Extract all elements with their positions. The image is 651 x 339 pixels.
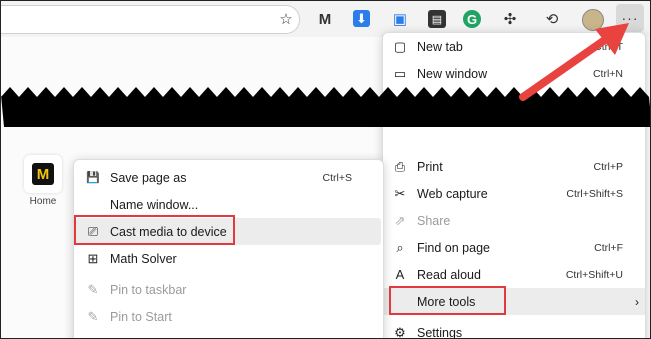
screenshot-frame: ☆ M ⬇ ▣ ▤ G ✣ ⟲ ··· M Home ▢ New tab Ctr… xyxy=(0,0,651,339)
menu-item-settings[interactable]: ⚙ Settings xyxy=(383,319,645,339)
pin-icon: ✎ xyxy=(87,308,99,324)
address-bar[interactable]: ☆ xyxy=(1,5,300,34)
grammarly-icon[interactable]: G xyxy=(463,10,481,28)
pin-icon: ✎ xyxy=(87,281,99,297)
menu-item-shortcut: Ctrl+Shift+U xyxy=(565,268,623,281)
share-icon: ⇗ xyxy=(394,212,406,228)
mail-icon[interactable]: M xyxy=(314,8,336,30)
download-ext-icon[interactable]: ⬇ xyxy=(353,10,370,27)
menu-item-label: Settings xyxy=(417,325,463,339)
find-icon: ⌕ xyxy=(396,239,404,255)
menu-item-label: Web capture xyxy=(417,186,488,201)
screenshot-ext-icon[interactable]: ▣ xyxy=(389,8,411,30)
submenu-item-name-window[interactable]: Name window... xyxy=(74,191,383,218)
more-tools-highlight xyxy=(389,286,506,315)
menu-item-shortcut: Ctrl+S xyxy=(322,171,352,184)
math-solver-icon: ⊞ xyxy=(87,250,99,266)
menu-item-shortcut: Ctrl+Shift+S xyxy=(566,187,623,200)
more-tools-submenu: 💾 Save page as Ctrl+S Name window... ⎚ C… xyxy=(73,159,384,338)
menu-item-label: Pin to taskbar xyxy=(110,282,187,297)
menu-item-label: Find on page xyxy=(417,240,490,255)
menu-item-label: Name window... xyxy=(110,197,199,212)
submenu-item-pin-to-taskbar: ✎ Pin to taskbar xyxy=(74,276,383,303)
menu-item-label: Pin to Start xyxy=(110,309,172,324)
chevron-right-icon: › xyxy=(635,294,639,309)
read-aloud-icon: A xyxy=(395,267,405,282)
menu-item-label: New window xyxy=(417,66,488,81)
cast-media-highlight xyxy=(74,215,235,245)
pointer-arrow xyxy=(519,23,629,101)
menu-item-label: Print xyxy=(417,159,443,174)
menu-item-label: Save page as xyxy=(110,170,187,185)
menu-item-label: New tab xyxy=(417,39,463,54)
new-tab-icon: ▢ xyxy=(393,38,407,54)
menu-item-web-capture[interactable]: ✂ Web capture Ctrl+Shift+S xyxy=(383,180,645,207)
menu-item-print[interactable]: ⎙ Print Ctrl+P xyxy=(383,153,645,180)
home-tile-label: Home xyxy=(29,196,57,207)
menu-item-label: Math Solver xyxy=(110,251,177,266)
menu-item-read-aloud[interactable]: A Read aloud Ctrl+Shift+U xyxy=(383,261,645,288)
web-capture-icon: ✂ xyxy=(394,185,406,201)
submenu-item-math-solver[interactable]: ⊞ Math Solver xyxy=(74,245,383,272)
menu-item-label: Share xyxy=(417,213,451,228)
menu-item-label: Read aloud xyxy=(417,267,481,282)
save-icon: 💾 xyxy=(86,172,100,184)
home-tile[interactable]: M xyxy=(24,155,62,193)
submenu-item-pin-to-start: ✎ Pin to Start xyxy=(74,303,383,330)
submenu-item-save-page-as[interactable]: 💾 Save page as Ctrl+S xyxy=(74,164,383,191)
dark-ext-icon[interactable]: ▤ xyxy=(428,10,446,28)
menu-item-shortcut: Ctrl+P xyxy=(593,160,623,173)
menu-item-find-on-page[interactable]: ⌕ Find on page Ctrl+F xyxy=(383,234,645,261)
star-add-icon[interactable]: ☆ xyxy=(275,8,297,30)
new-window-icon: ▭ xyxy=(393,65,407,81)
menu-item-shortcut: Ctrl+F xyxy=(594,241,623,254)
menu-item-share: ⇗ Share xyxy=(383,207,645,234)
home-tile-logo: M xyxy=(32,163,54,185)
gear-icon: ⚙ xyxy=(394,324,406,339)
print-icon: ⎙ xyxy=(394,158,406,174)
